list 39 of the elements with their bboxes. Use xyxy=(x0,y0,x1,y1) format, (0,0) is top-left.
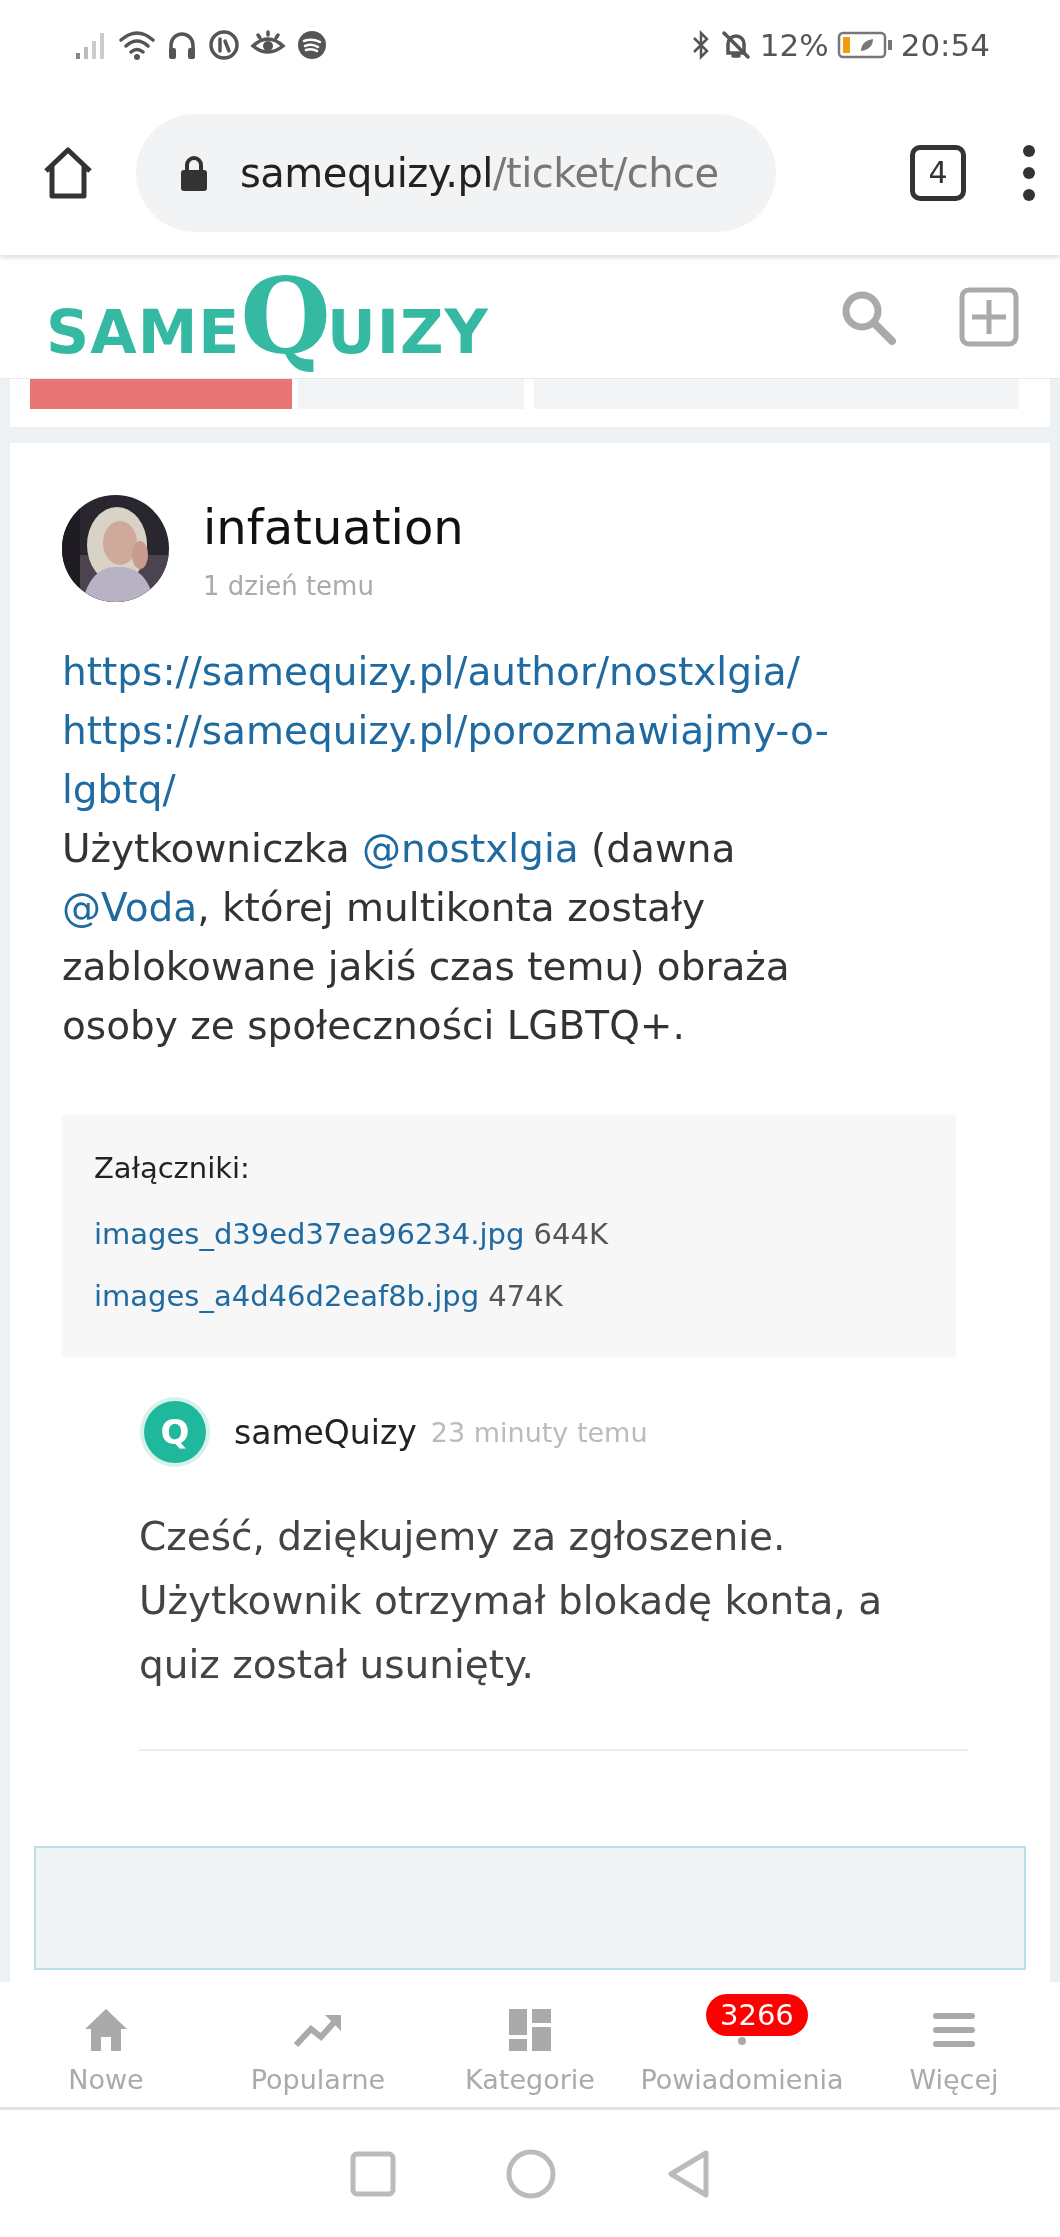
url-text: samequizy.pl/ticket/chce xyxy=(240,149,719,196)
address-bar[interactable]: samequizy.pl/ticket/chce xyxy=(136,113,776,232)
home-button-icon[interactable] xyxy=(506,2148,556,2199)
file-size: 474K xyxy=(488,1279,563,1313)
battery-icon xyxy=(836,29,893,61)
nav-label: Więcej xyxy=(909,2064,999,2095)
recent-apps-icon[interactable] xyxy=(350,2150,396,2197)
mention-link[interactable]: @Voda xyxy=(62,885,198,930)
nav-label: Powiadomienia xyxy=(640,2064,844,2095)
post-text: Użytkowniczka @nostxlgia (dawna @Voda, której multikonta zostały zablokowane jakiś czas temu) obraża osoby ze społeczności LGBTQ+. xyxy=(62,825,791,1050)
reply-time: 23 minuty temu xyxy=(430,1416,648,1448)
tab-count-button[interactable]: 4 xyxy=(910,144,966,201)
music-app-icon xyxy=(296,29,328,61)
attachment-link[interactable]: images_a4d46d2eaf8b.jpg xyxy=(94,1279,480,1313)
more-menu-icon[interactable] xyxy=(1022,142,1036,203)
wifi-icon xyxy=(118,29,156,61)
reply-avatar: Q xyxy=(144,1401,206,1463)
clock-time: 20:54 xyxy=(900,27,990,63)
author-name[interactable]: infatuation xyxy=(203,499,464,555)
add-icon[interactable] xyxy=(958,285,1020,348)
link[interactable]: https://samequizy.pl/porozmawiajmy-o-lgbtq/ xyxy=(62,701,932,819)
nav-label: Nowe xyxy=(68,2064,144,2095)
headphones-icon xyxy=(166,29,198,61)
post-time: 1 dzień temu xyxy=(203,571,375,601)
reply-author: sameQuizy xyxy=(234,1412,417,1452)
reply-text: Cześć, dziękujemy za zgłoszenie. Użytkownik otrzymał blokadę konta, a quiz został usunięty. xyxy=(139,1513,884,1689)
attachment-link[interactable]: images_d39ed37ea96234.jpg xyxy=(94,1217,525,1251)
attachments-heading: Załączniki: xyxy=(94,1151,251,1185)
bell-muted-icon xyxy=(719,29,752,61)
back-icon[interactable] xyxy=(666,2148,710,2199)
nav-tab[interactable]: Powiadomienia 3266 xyxy=(636,1982,848,2107)
link[interactable]: https://samequizy.pl/author/nostxlgia/ xyxy=(62,642,932,701)
mention-link[interactable]: @nostxlgia xyxy=(362,826,579,871)
notification-badge: 3266 xyxy=(706,1994,808,2036)
nav-label: Kategorie xyxy=(465,2064,595,2095)
file-size: 644K xyxy=(533,1217,608,1251)
battery-percentage: 12% xyxy=(759,27,829,63)
timer-icon xyxy=(208,29,240,61)
nav-label: Popularne xyxy=(250,2064,386,2095)
